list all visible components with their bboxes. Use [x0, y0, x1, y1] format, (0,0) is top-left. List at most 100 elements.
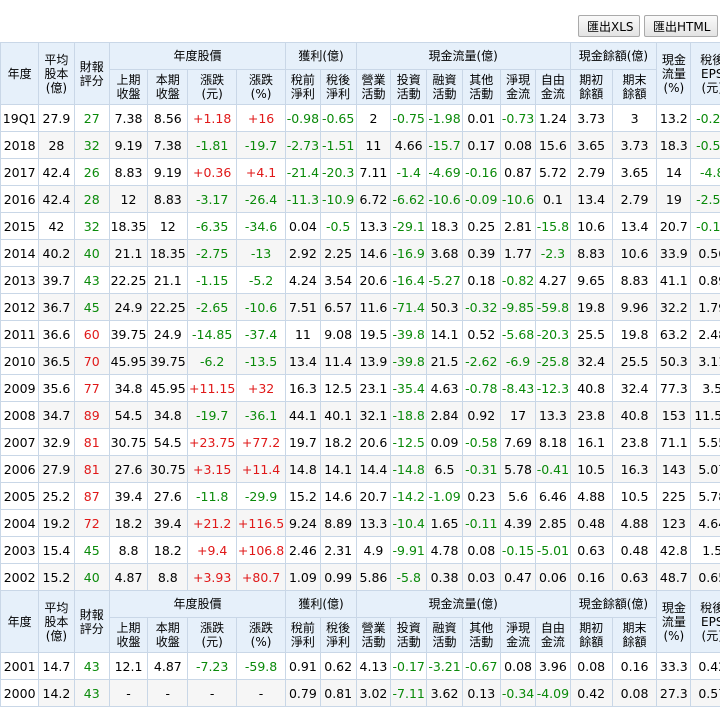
value-cell: 16.3 [612, 456, 656, 483]
value-cell: -0.65 [320, 105, 356, 132]
value-cell: 39.75 [109, 321, 147, 348]
value-cell: -0.16 [462, 159, 500, 186]
export-html-button[interactable]: 匯出HTML [644, 15, 718, 37]
value-cell: 20.6 [356, 267, 390, 294]
value-cell: 43 [74, 680, 109, 707]
value-cell: -0.67 [462, 653, 500, 680]
value-cell: -14.2 [391, 483, 427, 510]
year-cell: 2014 [1, 240, 39, 267]
value-cell: - [148, 680, 188, 707]
value-cell: 40.2 [39, 240, 74, 267]
value-cell: -2.73 [286, 132, 320, 159]
value-cell: -9.91 [391, 537, 427, 564]
header-sub-5: 稅後淨利 [320, 70, 356, 105]
value-cell: 2.79 [612, 186, 656, 213]
year-cell: 2008 [1, 402, 39, 429]
table-row: 200525.28739.427.6-11.8-29.915.214.620.7… [1, 483, 720, 510]
value-cell: 30.75 [148, 456, 188, 483]
header-sub-10: 淨現金流 [500, 70, 535, 105]
value-cell: 0.42 [691, 653, 720, 680]
table-row: 2015423218.3512-6.35-34.60.04-0.513.3-29… [1, 213, 720, 240]
value-cell: 0.08 [462, 537, 500, 564]
value-cell: 9.96 [612, 294, 656, 321]
value-cell: -2.3 [536, 240, 570, 267]
repeat-header-sub-10: 淨現金流 [500, 618, 535, 653]
value-cell: -16.9 [391, 240, 427, 267]
value-cell: 225 [657, 483, 691, 510]
value-cell: 1.5 [691, 537, 720, 564]
value-cell: -10.6 [427, 186, 462, 213]
value-cell: 13.3 [536, 402, 570, 429]
value-cell: 54.5 [109, 402, 147, 429]
value-cell: -12.3 [536, 375, 570, 402]
value-cell: -0.75 [391, 105, 427, 132]
value-cell: 2.25 [320, 240, 356, 267]
value-cell: 10.6 [612, 240, 656, 267]
value-cell: 143 [657, 456, 691, 483]
value-cell: 13.4 [286, 348, 320, 375]
value-cell: -1.98 [427, 105, 462, 132]
value-cell: 0.08 [500, 653, 535, 680]
value-cell: 0.39 [462, 240, 500, 267]
value-cell: 0.01 [462, 105, 500, 132]
value-cell: 13.4 [570, 186, 612, 213]
value-cell: 23.8 [612, 429, 656, 456]
value-cell: - [188, 680, 236, 707]
value-cell: 40.8 [570, 375, 612, 402]
export-xls-button[interactable]: 匯出XLS [578, 15, 640, 37]
header-sub-9: 其他活動 [462, 70, 500, 105]
value-cell: -0.54 [691, 132, 720, 159]
value-cell: 25.5 [570, 321, 612, 348]
value-cell: 4.9 [356, 537, 390, 564]
value-cell: 42.8 [657, 537, 691, 564]
repeat-header-cash-flow: 現金流量(億) [356, 591, 570, 618]
value-cell: 4.39 [500, 510, 535, 537]
value-cell: 0.08 [500, 132, 535, 159]
value-cell: 20.6 [356, 429, 390, 456]
value-cell: 8.83 [612, 267, 656, 294]
header-sub-7: 投資活動 [391, 70, 427, 105]
repeat-header-sub-11: 自由金流 [536, 618, 570, 653]
repeat-header-sub-1: 本期收盤 [148, 618, 188, 653]
header-avg-capital: 平均股本(億) [39, 43, 74, 105]
value-cell: 4.24 [286, 267, 320, 294]
year-cell: 2005 [1, 483, 39, 510]
value-cell: 27.6 [148, 483, 188, 510]
value-cell: -71.4 [391, 294, 427, 321]
value-cell: 40.1 [320, 402, 356, 429]
value-cell: 0.03 [462, 564, 500, 591]
header-profit: 獲利(億) [286, 43, 357, 70]
value-cell: 14.7 [39, 653, 74, 680]
value-cell: 18.35 [109, 213, 147, 240]
value-cell: 19 [657, 186, 691, 213]
year-cell: 2000 [1, 680, 39, 707]
value-cell: 34.7 [39, 402, 74, 429]
value-cell: -7.23 [188, 653, 236, 680]
value-cell: +11.15 [188, 375, 236, 402]
value-cell: 10.5 [612, 483, 656, 510]
value-cell: 7.51 [286, 294, 320, 321]
value-cell: 3.68 [427, 240, 462, 267]
repeat-header-sub-7: 投資活動 [391, 618, 427, 653]
value-cell: 15.2 [39, 564, 74, 591]
value-cell: -59.8 [236, 653, 285, 680]
value-cell: 70 [74, 348, 109, 375]
value-cell: 5.07 [691, 456, 720, 483]
table-row: 200627.98127.630.75+3.15+11.414.814.114.… [1, 456, 720, 483]
value-cell: 39.7 [39, 267, 74, 294]
value-cell: 1.24 [536, 105, 570, 132]
value-cell: 32.2 [657, 294, 691, 321]
table-row: 200114.74312.14.87-7.23-59.80.910.624.13… [1, 653, 720, 680]
year-cell: 2003 [1, 537, 39, 564]
repeat-header-cash-flow-pct: 現金流量(%) [657, 591, 691, 653]
value-cell: 0.62 [320, 653, 356, 680]
value-cell: -2.62 [462, 348, 500, 375]
value-cell: -14.8 [391, 456, 427, 483]
value-cell: 12 [148, 213, 188, 240]
value-cell: -0.34 [500, 680, 535, 707]
value-cell: -0.15 [500, 537, 535, 564]
header-eps: 稅後EPS(元) [691, 43, 720, 105]
value-cell: 22.25 [148, 294, 188, 321]
value-cell: +32 [236, 375, 285, 402]
value-cell: 40 [74, 564, 109, 591]
